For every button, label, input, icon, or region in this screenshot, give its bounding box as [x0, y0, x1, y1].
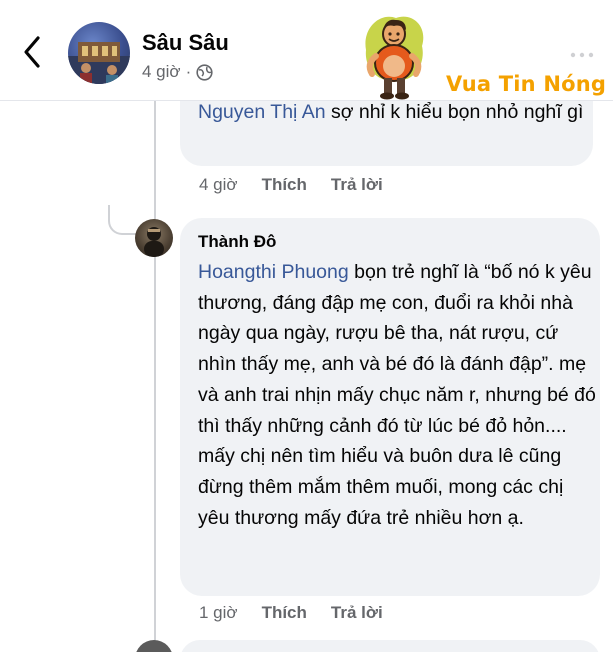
- watermark-text: Vua Tin Nóng: [446, 72, 607, 96]
- comment-1-actions: 4 giờ Thích Trả lời: [199, 175, 383, 195]
- page-name[interactable]: Sâu Sâu: [142, 30, 229, 56]
- comment-2-author[interactable]: Thành Đô: [198, 232, 276, 252]
- comment-2-mention[interactable]: Hoangthi Phuong: [198, 261, 349, 283]
- comment-1-reply-button[interactable]: Trả lời: [331, 175, 383, 195]
- globe-icon: [196, 63, 213, 81]
- comment-2-body: Hoangthi Phuong bọn trẻ nghĩ là “bố nó k…: [198, 257, 596, 533]
- back-button[interactable]: [18, 32, 50, 72]
- comment-bubble-3: [180, 640, 600, 652]
- facebook-comment-thread: Nguyen Thị An sợ nhỉ k hiểu bọn nhỏ nghĩ…: [0, 0, 613, 652]
- comment-1-time[interactable]: 4 giờ: [199, 175, 238, 195]
- reply-branch-line: [108, 205, 136, 235]
- comment-2-text: bọn trẻ nghĩ là “bố nó k yêu thương, đán…: [198, 261, 596, 529]
- comment-2-time[interactable]: 1 giờ: [199, 603, 238, 623]
- post-time[interactable]: 4 giờ: [142, 62, 181, 82]
- thread-line: [154, 100, 156, 652]
- comment-2-actions: 1 giờ Thích Trả lời: [199, 603, 383, 623]
- comment-1-like-button[interactable]: Thích: [262, 175, 307, 195]
- comment-2-reply-button[interactable]: Trả lời: [331, 603, 383, 623]
- back-arrow-icon: [24, 36, 40, 68]
- post-meta: 4 giờ ·: [142, 62, 213, 82]
- comment-1-mention[interactable]: Nguyen Thị An: [198, 101, 326, 123]
- meta-separator: ·: [185, 62, 192, 81]
- commenter-avatar[interactable]: [135, 219, 173, 257]
- comment-2-like-button[interactable]: Thích: [262, 603, 307, 623]
- page-avatar[interactable]: [68, 22, 130, 84]
